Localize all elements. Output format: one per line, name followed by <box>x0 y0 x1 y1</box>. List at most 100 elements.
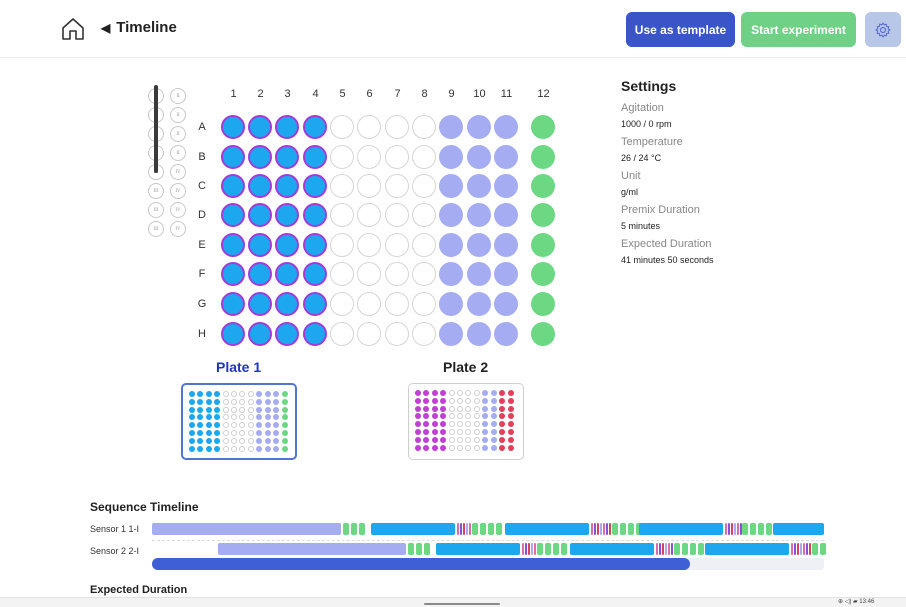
plate-well[interactable] <box>467 203 491 227</box>
quadrant-selector-dot[interactable]: III <box>148 221 164 237</box>
plate-well[interactable] <box>412 115 436 139</box>
plate-well[interactable] <box>303 174 327 198</box>
plate-well[interactable] <box>275 115 299 139</box>
plate-well[interactable] <box>330 174 354 198</box>
sensor-2-track[interactable] <box>152 543 826 555</box>
plate-well[interactable] <box>494 322 518 346</box>
quadrant-selector-dot[interactable]: II <box>170 145 186 161</box>
plate-well[interactable] <box>303 233 327 257</box>
plate-well[interactable] <box>330 233 354 257</box>
plate-well[interactable] <box>357 233 381 257</box>
plate-well[interactable] <box>467 262 491 286</box>
plate-well[interactable] <box>385 174 409 198</box>
plate-well[interactable] <box>221 262 245 286</box>
plate-well[interactable] <box>248 174 272 198</box>
plate-well[interactable] <box>248 115 272 139</box>
plate-well[interactable] <box>439 145 463 169</box>
quadrant-selector-dot[interactable]: IV <box>170 202 186 218</box>
plate-well[interactable] <box>303 292 327 316</box>
plate-well[interactable] <box>248 322 272 346</box>
quadrant-selector-dot[interactable]: II <box>170 126 186 142</box>
plate-well[interactable] <box>412 145 436 169</box>
plate-well[interactable] <box>494 145 518 169</box>
plate-2-label[interactable]: Plate 2 <box>443 359 488 375</box>
plate-well[interactable] <box>385 203 409 227</box>
home-indicator[interactable] <box>424 603 500 605</box>
plate-well[interactable] <box>439 233 463 257</box>
sensor-1-track[interactable] <box>152 523 824 535</box>
plate-well[interactable] <box>385 145 409 169</box>
plate-well[interactable] <box>330 292 354 316</box>
quadrant-selector-dot[interactable]: IV <box>170 221 186 237</box>
plate-well[interactable] <box>275 203 299 227</box>
plate-well[interactable] <box>531 262 555 286</box>
plate-well[interactable] <box>357 322 381 346</box>
plate-well[interactable] <box>494 233 518 257</box>
plate-well[interactable] <box>221 203 245 227</box>
plate-well[interactable] <box>494 203 518 227</box>
plate-well[interactable] <box>467 292 491 316</box>
plate-well[interactable] <box>385 262 409 286</box>
use-as-template-button[interactable]: Use as template <box>626 12 735 47</box>
settings-button[interactable] <box>865 12 901 47</box>
plate-well[interactable] <box>275 322 299 346</box>
plate-well[interactable] <box>221 174 245 198</box>
plate-well[interactable] <box>439 115 463 139</box>
plate-well[interactable] <box>330 322 354 346</box>
plate-well[interactable] <box>330 145 354 169</box>
quadrant-selector-dot[interactable]: II <box>170 107 186 123</box>
plate-well[interactable] <box>467 233 491 257</box>
plate-well[interactable] <box>275 292 299 316</box>
plate-well[interactable] <box>275 262 299 286</box>
plate-well[interactable] <box>275 233 299 257</box>
plate-well[interactable] <box>275 145 299 169</box>
quadrant-selector-dot[interactable]: IV <box>170 164 186 180</box>
plate-well[interactable] <box>531 174 555 198</box>
plate-well[interactable] <box>439 292 463 316</box>
plate-well[interactable] <box>467 322 491 346</box>
plate-well[interactable] <box>494 115 518 139</box>
home-icon[interactable] <box>60 16 86 42</box>
plate-2-thumbnail[interactable] <box>408 383 524 460</box>
plate-well[interactable] <box>221 322 245 346</box>
plate-well[interactable] <box>531 145 555 169</box>
plate-well[interactable] <box>494 174 518 198</box>
plate-well[interactable] <box>439 203 463 227</box>
plate-well[interactable] <box>494 292 518 316</box>
plate-well[interactable] <box>494 262 518 286</box>
plate-well[interactable] <box>385 233 409 257</box>
plate-well[interactable] <box>531 115 555 139</box>
plate-well[interactable] <box>439 262 463 286</box>
plate-well[interactable] <box>303 145 327 169</box>
plate-well[interactable] <box>531 203 555 227</box>
back-link[interactable]: ◀ Timeline <box>101 19 177 36</box>
plate-well[interactable] <box>357 145 381 169</box>
plate-well[interactable] <box>467 174 491 198</box>
plate-well[interactable] <box>303 203 327 227</box>
plate-well[interactable] <box>221 292 245 316</box>
plate-well[interactable] <box>248 145 272 169</box>
plate-well[interactable] <box>248 262 272 286</box>
plate-well[interactable] <box>221 233 245 257</box>
plate-well[interactable] <box>531 292 555 316</box>
plate-1-thumbnail[interactable] <box>181 383 297 460</box>
plate-well[interactable] <box>412 292 436 316</box>
plate-well[interactable] <box>221 145 245 169</box>
plate-well[interactable] <box>248 292 272 316</box>
plate-well[interactable] <box>385 115 409 139</box>
plate-well[interactable] <box>412 174 436 198</box>
plate-well[interactable] <box>357 203 381 227</box>
quadrant-selector-dot[interactable]: III <box>148 183 164 199</box>
quadrant-selector-dot[interactable]: III <box>148 202 164 218</box>
plate-well[interactable] <box>412 203 436 227</box>
plate-well[interactable] <box>221 115 245 139</box>
plate-well[interactable] <box>385 292 409 316</box>
plate-well[interactable] <box>467 145 491 169</box>
plate-1-label[interactable]: Plate 1 <box>216 359 261 375</box>
selector-scroll-handle[interactable] <box>154 85 158 173</box>
plate-well[interactable] <box>330 115 354 139</box>
plate-well[interactable] <box>531 233 555 257</box>
plate-well[interactable] <box>412 262 436 286</box>
start-experiment-button[interactable]: Start experiment <box>741 12 856 47</box>
plate-well[interactable] <box>385 322 409 346</box>
